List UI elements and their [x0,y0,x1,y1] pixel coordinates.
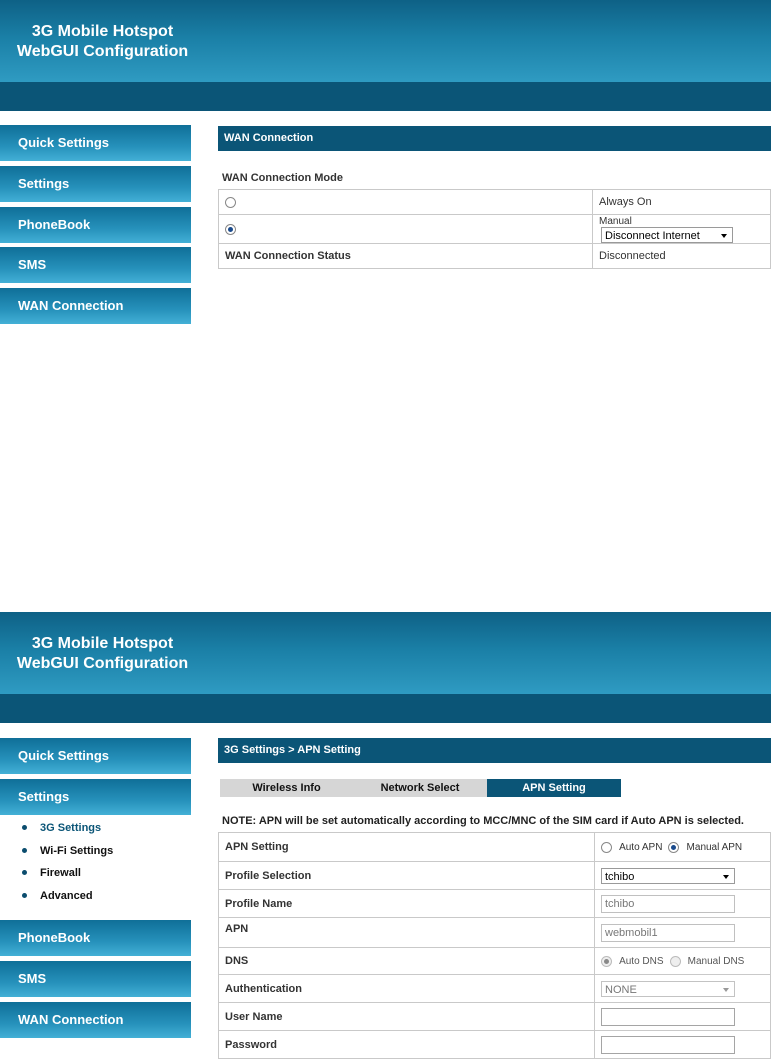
password-label: Password [218,1030,595,1059]
bullet-icon [22,825,27,830]
auto-apn-label: Auto APN [619,842,663,853]
nav-sms[interactable]: SMS [0,961,191,997]
bullet-icon [22,893,27,898]
dns-cell: Auto DNS Manual DNS [594,947,771,975]
manual-radio[interactable] [225,223,236,235]
wan-mode-label: WAN Connection Mode [222,172,343,184]
always-on-label: Always On [592,189,771,215]
authentication-label: Authentication [218,974,595,1003]
header-title-line1: 3G Mobile Hotspot [31,23,174,40]
header-banner: 3G Mobile Hotspot WebGUI Configuration [0,612,771,694]
dns-label: DNS [218,947,595,975]
tab-apn-setting[interactable]: APN Setting [487,779,621,797]
authentication-select[interactable]: NONE [601,980,735,997]
header-banner: 3G Mobile Hotspot WebGUI Configuration [0,0,771,82]
chevron-down-icon [723,987,729,992]
nav-quick-settings[interactable]: Quick Settings [0,738,191,774]
password-input[interactable] [601,1035,735,1054]
page-title: WAN Connection [218,126,771,151]
auto-apn-radio[interactable] [601,841,612,853]
password-cell [594,1030,771,1059]
wan-table: Always On Manual Disconnect Internet WAN… [218,189,771,269]
authentication-cell: NONE [594,974,771,1003]
manual-cell: Manual Disconnect Internet [592,214,771,244]
always-on-radio[interactable] [225,196,236,208]
bullet-icon [22,848,27,853]
manual-radio-cell [218,214,593,244]
manual-select-value: Disconnect Internet [605,230,700,242]
nav-wan-connection[interactable]: WAN Connection [0,288,191,324]
apn-table: APN Setting Auto APN Manual APN Profile … [218,832,771,1059]
tab-network-select[interactable]: Network Select [353,779,487,797]
submenu-3g-settings[interactable]: 3G Settings [0,820,191,838]
header-bar [0,694,771,723]
tab-bar: Wireless Info Network Select APN Setting [220,779,621,797]
nav-quick-settings[interactable]: Quick Settings [0,125,191,161]
apn-setting-label: APN Setting [218,832,595,862]
manual-label: Manual [599,216,632,227]
nav-wan-connection[interactable]: WAN Connection [0,1002,191,1038]
profile-name-label: Profile Name [218,889,595,918]
always-on-radio-cell [218,189,593,215]
profile-selection-label: Profile Selection [218,861,595,890]
profile-name-cell [594,889,771,918]
submenu-advanced[interactable]: Advanced [0,888,191,906]
wan-status-label: WAN Connection Status [218,243,593,269]
submenu-label: Firewall [40,867,81,879]
apn-label: APN [218,917,595,948]
apn-note: NOTE: APN will be set automatically acco… [222,815,744,827]
user-name-cell [594,1002,771,1031]
chevron-down-icon [721,234,727,238]
submenu-label: 3G Settings [40,822,102,834]
submenu-label: Advanced [40,890,93,902]
nav-settings[interactable]: Settings [0,779,191,815]
header-title-line2: WebGUI Configuration [16,655,189,672]
nav-phonebook[interactable]: PhoneBook [0,920,191,956]
nav-sms[interactable]: SMS [0,247,191,283]
page-title: 3G Settings > APN Setting [218,738,771,763]
submenu-firewall[interactable]: Firewall [0,865,191,883]
header-title-line1: 3G Mobile Hotspot [31,635,174,652]
wan-status-value: Disconnected [592,243,771,269]
manual-dns-label: Manual DNS [687,956,745,967]
manual-dns-radio[interactable] [669,955,681,967]
chevron-down-icon [723,874,729,879]
profile-selection-value: tchibo [605,870,635,883]
nav-settings[interactable]: Settings [0,166,191,202]
apn-input[interactable] [601,923,735,942]
tab-wireless-info[interactable]: Wireless Info [220,779,353,797]
header-bar [0,82,771,111]
apn-setting-cell: Auto APN Manual APN [594,832,771,862]
manual-apn-radio[interactable] [668,841,680,853]
authentication-value: NONE [605,983,637,996]
profile-selection-cell: tchibo [594,861,771,890]
manual-connection-select[interactable]: Disconnect Internet [601,227,733,243]
user-name-label: User Name [218,1002,595,1031]
wan-connection-screen: 3G Mobile Hotspot WebGUI Configuration Q… [0,0,771,612]
apn-cell [594,917,771,948]
user-name-input[interactable] [601,1007,735,1026]
submenu-label: Wi-Fi Settings [40,845,114,857]
profile-selection-select[interactable]: tchibo [601,867,735,884]
header-title-line2: WebGUI Configuration [16,43,189,60]
bullet-icon [22,870,27,875]
manual-apn-label: Manual APN [686,842,743,853]
profile-name-input[interactable] [601,894,735,913]
auto-dns-radio[interactable] [601,955,612,967]
auto-dns-label: Auto DNS [619,956,664,967]
nav-phonebook[interactable]: PhoneBook [0,207,191,243]
submenu-wifi-settings[interactable]: Wi-Fi Settings [0,843,191,861]
